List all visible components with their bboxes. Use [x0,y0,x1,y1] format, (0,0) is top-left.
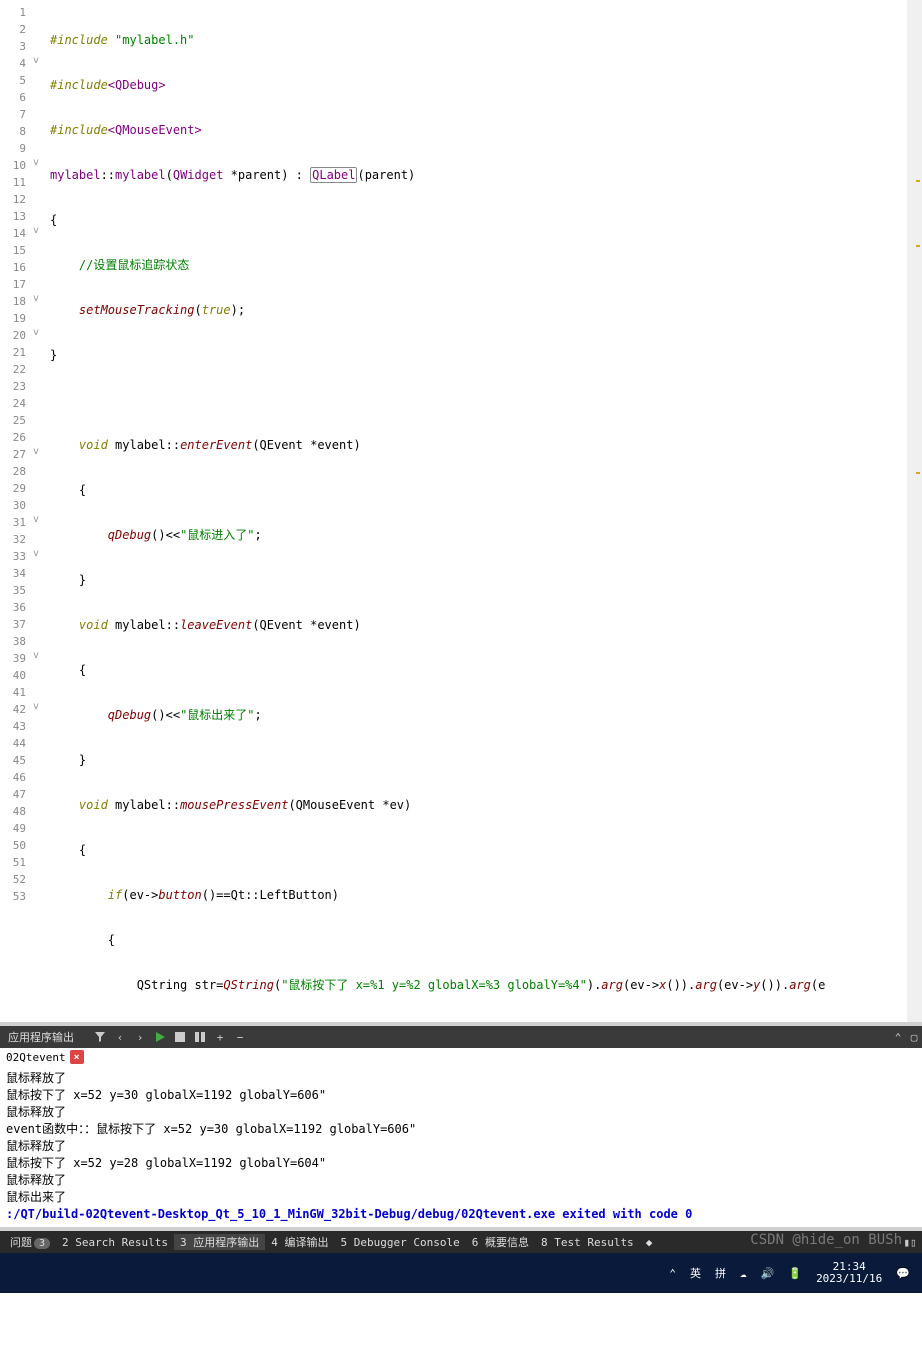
onedrive-icon[interactable]: ☁ [740,1267,747,1280]
tab-search-results[interactable]: 2 Search Results [56,1236,174,1249]
prev-icon[interactable]: ‹ [112,1029,128,1045]
add-icon[interactable]: + [212,1029,228,1045]
collapse-icon[interactable]: ⌃ [890,1029,906,1045]
output-title: 应用程序输出 [0,1029,82,1045]
tab-issues[interactable]: 问题3 [4,1234,56,1250]
tab-general[interactable]: 6 概要信息 [466,1234,535,1250]
close-tab-icon[interactable]: × [70,1050,84,1064]
tab-debugger-console[interactable]: 5 Debugger Console [335,1236,466,1249]
clock[interactable]: 21:34 2023/11/16 [816,1261,882,1285]
sidebar-toggle-icon[interactable]: ▮▯ [902,1234,918,1250]
stop-icon[interactable] [172,1029,188,1045]
output-panel: 应用程序输出 ‹ › + − ⌃ ▢ 02Qtevent × 鼠标释放了 鼠标按… [0,1026,922,1227]
next-icon[interactable]: › [132,1029,148,1045]
minus-icon[interactable]: − [232,1029,248,1045]
output-content[interactable]: 鼠标释放了 鼠标按下了 x=52 y=30 globalX=1192 globa… [0,1066,922,1227]
tray-chevron-icon[interactable]: ⌃ [669,1267,676,1280]
maximize-icon[interactable]: ▢ [906,1029,922,1045]
output-header: 应用程序输出 ‹ › + − ⌃ ▢ [0,1026,922,1048]
ime-lang[interactable]: 英 [690,1265,701,1281]
filter-icon[interactable] [92,1029,108,1045]
ime-mode[interactable]: 拼 [715,1265,726,1281]
attach-icon[interactable] [192,1029,208,1045]
line-number-gutter: 1234567891011121314151617181920212223242… [0,0,30,1022]
fold-column[interactable]: vvvvvvvvvv [30,0,42,1022]
code-content[interactable]: #include "mylabel.h" #include<QDebug> #i… [42,0,922,1022]
windows-taskbar: ⌃ 英 拼 ☁ 🔊 🔋 21:34 2023/11/16 💬 [0,1253,922,1293]
volume-icon[interactable]: 🔊 [761,1267,775,1280]
tab-app-output[interactable]: 3 应用程序输出 [174,1234,265,1250]
run-icon[interactable] [152,1029,168,1045]
notifications-icon[interactable]: 💬 [896,1267,910,1280]
vertical-scrollbar[interactable] [907,0,922,1022]
tab-more-icon[interactable]: ◆ [640,1236,659,1249]
battery-icon[interactable]: 🔋 [788,1267,802,1280]
tab-test-results[interactable]: 8 Test Results [535,1236,640,1249]
bottom-tabs: 问题3 2 Search Results 3 应用程序输出 4 编译输出 5 D… [0,1231,922,1253]
code-editor[interactable]: 1234567891011121314151617181920212223242… [0,0,922,1022]
output-tab[interactable]: 02Qtevent × [0,1048,922,1066]
tab-compile-output[interactable]: 4 编译输出 [265,1234,334,1250]
